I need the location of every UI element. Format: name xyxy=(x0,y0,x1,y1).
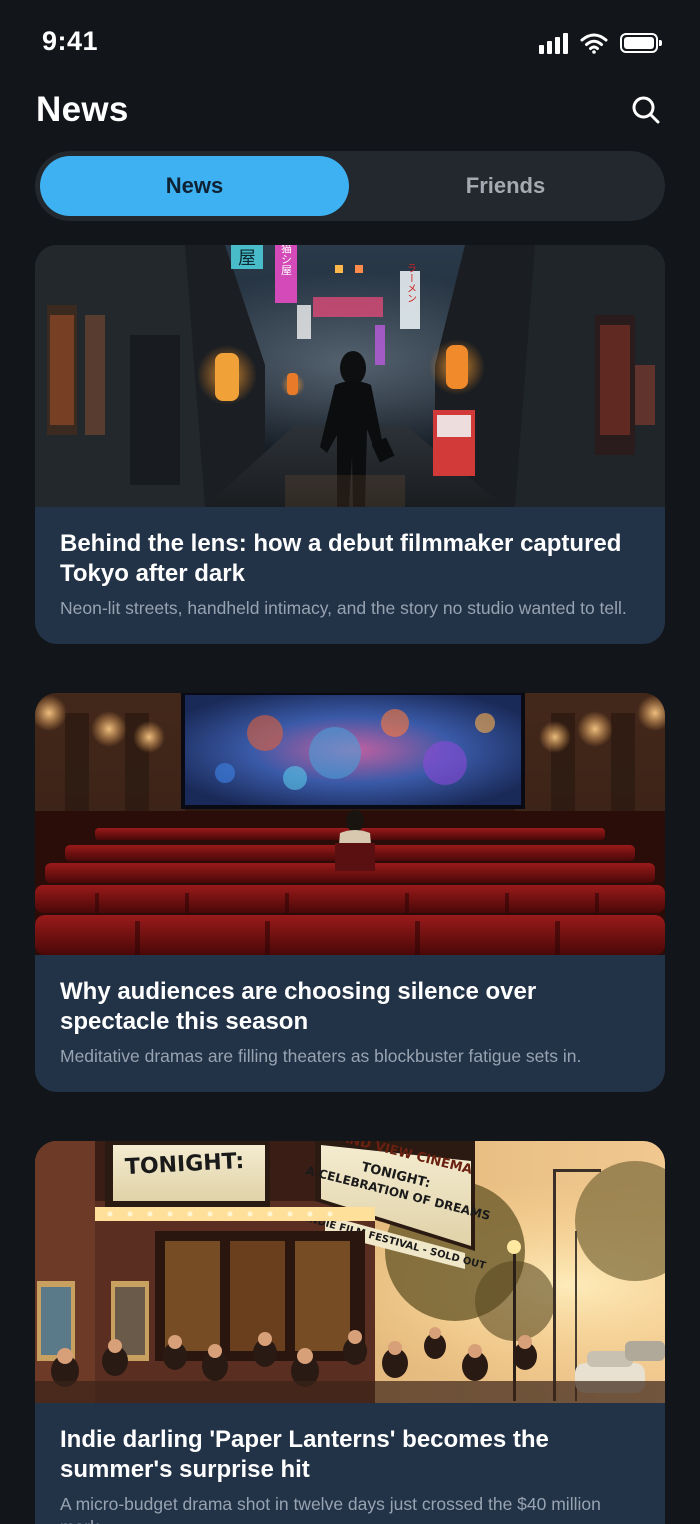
status-icons xyxy=(539,31,662,55)
article-image-tokyo-street: 屋 猫シ屋 ラーメン xyxy=(35,245,665,507)
header: News xyxy=(36,88,664,136)
signal-icon xyxy=(539,32,568,54)
battery-icon xyxy=(620,33,662,53)
image-sign: ラーメン xyxy=(405,263,416,303)
article-title: Indie darling 'Paper Lanterns' becomes t… xyxy=(60,1426,549,1483)
article-title: Why audiences are choosing silence over … xyxy=(60,978,537,1035)
article-card[interactable]: TONIGHT: GRAND VIEW CINEMA TONIGHT: A CE… xyxy=(35,1141,665,1524)
tab-news[interactable]: News xyxy=(40,156,349,216)
article-card[interactable]: 屋 猫シ屋 ラーメン Behind the lens: how a debut … xyxy=(35,245,665,644)
image-sign: 屋 xyxy=(238,248,256,269)
image-sign: 猫シ屋 xyxy=(280,245,293,276)
status-time: 9:41 xyxy=(42,26,99,56)
article-card[interactable]: Why audiences are choosing silence over … xyxy=(35,693,665,1092)
article-subtitle: Meditative dramas are filling theaters a… xyxy=(60,1046,582,1066)
status-bar: 9:41 xyxy=(0,0,700,88)
page-title: News xyxy=(36,90,129,129)
article-image-cinema-interior xyxy=(35,693,665,955)
search-button[interactable] xyxy=(628,92,664,128)
article-subtitle: Neon-lit streets, handheld intimacy, and… xyxy=(60,598,627,618)
article-image-theater-marquee: TONIGHT: GRAND VIEW CINEMA TONIGHT: A CE… xyxy=(35,1141,665,1403)
tab-friends[interactable]: Friends xyxy=(351,156,660,216)
segmented-control: News Friends xyxy=(35,151,665,221)
search-icon xyxy=(632,96,660,124)
article-title: Behind the lens: how a debut filmmaker c… xyxy=(60,530,622,587)
article-subtitle: A micro-budget drama shot in twelve days… xyxy=(60,1494,601,1524)
article-body: Why audiences are choosing silence over … xyxy=(35,955,665,1092)
news-screen: 9:41 News News Friends 屋 猫シ屋 ラーメン Behind… xyxy=(0,0,700,1524)
article-body: Indie darling 'Paper Lanterns' becomes t… xyxy=(35,1403,665,1524)
wifi-icon xyxy=(580,33,608,54)
article-body: Behind the lens: how a debut filmmaker c… xyxy=(35,507,665,644)
